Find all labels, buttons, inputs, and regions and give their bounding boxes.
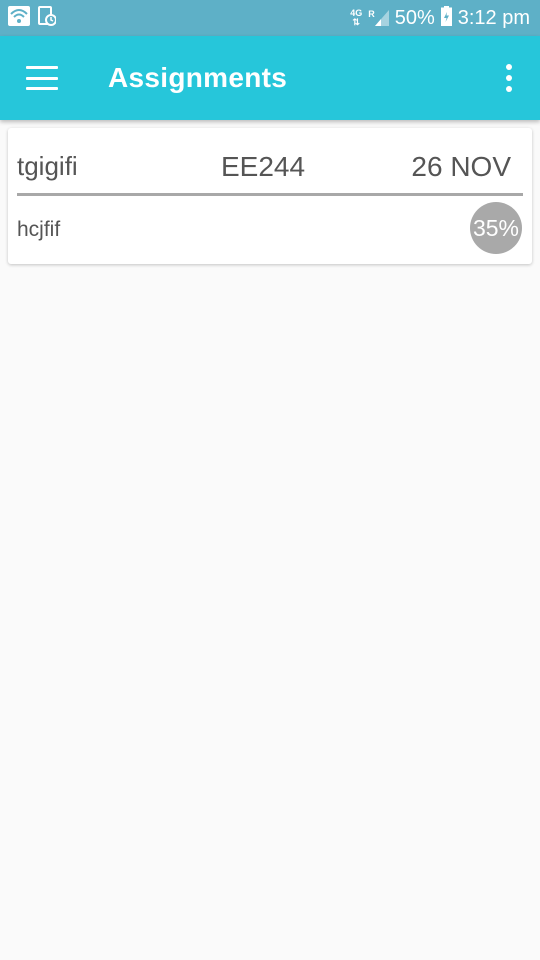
course-code: EE244: [221, 150, 306, 182]
progress-badge: 35%: [470, 202, 522, 254]
signal-icon: R: [368, 10, 389, 26]
menu-icon[interactable]: [26, 66, 58, 90]
page-title: Assignments: [108, 62, 288, 93]
assignment-card-header: tgigifi EE244 26 NOV: [17, 140, 523, 196]
assignment-description: hcjfif: [17, 218, 61, 241]
data-arrows-icon: 4G ⇅: [350, 8, 363, 27]
assignment-card[interactable]: tgigifi EE244 26 NOV hcjfif 35%: [8, 128, 532, 264]
screenshot-icon: [38, 5, 57, 31]
app-bar: Assignments: [0, 36, 540, 120]
assignment-title: tgigifi: [17, 151, 78, 181]
battery-icon: [440, 5, 452, 31]
due-date: 26 NOV: [411, 150, 511, 182]
more-options-icon[interactable]: [504, 64, 514, 92]
battery-percent: 50%: [394, 6, 435, 29]
clock-time: 3:12 pm: [457, 6, 530, 29]
status-bar: 4G ⇅ R 50% 3:12 pm: [0, 0, 540, 36]
wifi-icon: [8, 5, 30, 31]
